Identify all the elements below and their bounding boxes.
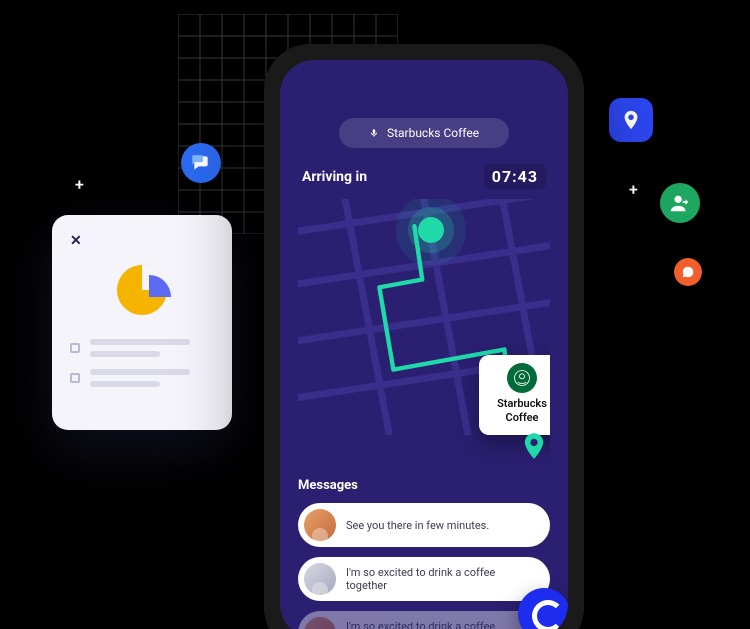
- chat-dot-icon: [674, 258, 702, 286]
- search-text: Starbucks Coffee: [387, 126, 479, 140]
- decor-plus: +: [75, 175, 84, 194]
- message-item[interactable]: I'm so excited to drink a coffee togethe…: [298, 557, 550, 601]
- destination-pin-icon: [523, 433, 545, 461]
- close-icon[interactable]: ✕: [70, 233, 214, 249]
- destination-card[interactable]: Starbucks Coffee: [479, 355, 550, 435]
- fab-button[interactable]: [518, 588, 568, 629]
- report-card: ✕: [52, 215, 232, 430]
- checkbox-icon: [70, 373, 80, 383]
- mic-icon: [369, 128, 379, 138]
- pie-chart-icon: [107, 255, 177, 325]
- chat-bubble-icon: [181, 143, 221, 183]
- user-share-icon: [660, 183, 700, 223]
- arriving-time: 07:43: [484, 164, 546, 189]
- message-item[interactable]: I'm so excited to drink a coffee togethe…: [298, 611, 550, 629]
- app-screen: Starbucks Coffee Arriving in 07:43: [280, 60, 568, 629]
- avatar: [304, 509, 336, 541]
- location-pin-icon: [609, 98, 653, 142]
- message-text: See you there in few minutes.: [346, 519, 489, 532]
- report-line-item: [70, 369, 214, 387]
- message-item[interactable]: See you there in few minutes.: [298, 503, 550, 547]
- phone-frame: Starbucks Coffee Arriving in 07:43: [264, 44, 584, 629]
- avatar: [304, 563, 336, 595]
- messages-heading: Messages: [298, 478, 550, 493]
- messages-panel: Messages See you there in few minutes. I…: [298, 478, 550, 629]
- report-line-item: [70, 339, 214, 357]
- destination-name: Starbucks Coffee: [485, 397, 550, 425]
- map-view[interactable]: Starbucks Coffee: [298, 199, 550, 469]
- arriving-label: Arriving in: [302, 169, 367, 185]
- starbucks-logo-icon: [507, 363, 537, 393]
- decor-plus: +: [629, 180, 638, 199]
- message-text: I'm so excited to drink a coffee togethe…: [346, 620, 536, 629]
- search-pill[interactable]: Starbucks Coffee: [339, 118, 509, 148]
- checkbox-icon: [70, 343, 80, 353]
- avatar: [304, 617, 336, 629]
- message-text: I'm so excited to drink a coffee togethe…: [346, 566, 536, 592]
